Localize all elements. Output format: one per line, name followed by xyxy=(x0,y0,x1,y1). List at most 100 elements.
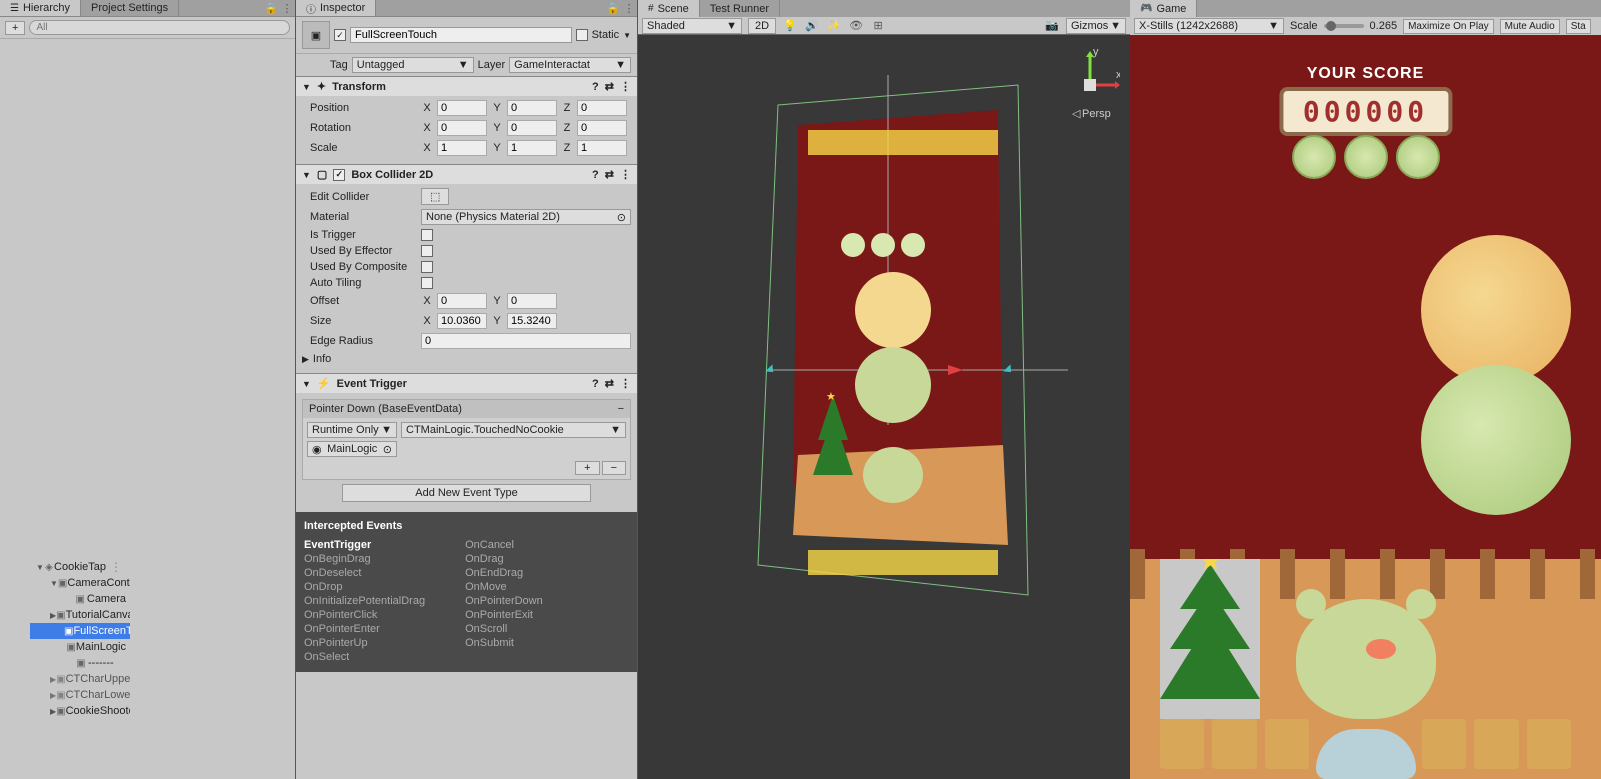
fx-icon[interactable]: ✨ xyxy=(826,18,842,34)
hierarchy-panel: ☰ Hierarchy Project Settings 🔒 ⋮ + ▼◈Coo… xyxy=(0,0,296,779)
game-panel: 🎮 Game X-Stills (1242x2688)▼ Scale 0.265… xyxy=(1130,0,1601,779)
svg-text:◁: ◁ xyxy=(1072,108,1081,120)
add-listener-button[interactable]: + xyxy=(575,461,599,475)
size-y[interactable] xyxy=(507,313,557,329)
transform-icon: ✦ xyxy=(317,80,326,93)
display-dropdown[interactable]: X-Stills (1242x2688)▼ xyxy=(1134,18,1284,34)
gameobject-icon: ▣ xyxy=(56,674,65,685)
mute-button[interactable]: Mute Audio xyxy=(1500,19,1560,34)
scene-panel: # Scene Test Runner Shaded▼ 2D 💡 🔊 ✨ 👁 ⊞… xyxy=(638,0,1130,779)
inspector-panel: ⓘ Inspector 🔒 ⋮ ▣ Static ▼ Tag Untagged▼… xyxy=(296,0,638,779)
position-y[interactable] xyxy=(507,100,557,116)
maximize-button[interactable]: Maximize On Play xyxy=(1403,19,1494,34)
size-x[interactable] xyxy=(437,313,487,329)
gameobject-icon: ▣ xyxy=(66,642,75,653)
gameobject-icon: ▣ xyxy=(56,706,65,717)
scale-z[interactable] xyxy=(577,140,627,156)
rotation-z[interactable] xyxy=(577,120,627,136)
scale-slider[interactable] xyxy=(1324,24,1364,28)
transform-header[interactable]: ▼✦ Transform ?⇄⋮ xyxy=(296,77,637,96)
remove-event-button[interactable]: − xyxy=(618,403,624,415)
event-name: OnPointerDown xyxy=(465,594,543,608)
layer-dropdown[interactable]: GameInteractat▼ xyxy=(509,57,631,73)
hierarchy-item[interactable]: ▼▣CameraControl xyxy=(30,575,130,591)
lock-icon[interactable]: 🔒 xyxy=(263,0,279,16)
static-label: Static xyxy=(592,29,620,41)
position-z[interactable] xyxy=(577,100,627,116)
gizmos-dropdown[interactable]: Gizmos▼ xyxy=(1066,18,1126,34)
edge-radius[interactable] xyxy=(421,333,631,349)
panel-menu-icon[interactable]: ⋮ xyxy=(621,0,637,16)
scale-x[interactable] xyxy=(437,140,487,156)
gameobject-icon[interactable]: ▣ xyxy=(302,21,330,49)
collider-enabled-checkbox[interactable] xyxy=(333,169,345,181)
panel-menu-icon[interactable]: ⋮ xyxy=(279,0,295,16)
hierarchy-item[interactable]: ▶▣CookieShooter xyxy=(30,703,130,719)
function-dropdown[interactable]: CTMainLogic.TouchedNoCookie▼ xyxy=(401,422,626,438)
event-trigger-header[interactable]: ▼⚡ Event Trigger ?⇄⋮ xyxy=(296,374,637,393)
hierarchy-item[interactable]: ▣------- xyxy=(30,655,130,671)
scene-view[interactable]: x y ◁ Persp xyxy=(638,35,1130,779)
grid-icon[interactable]: ⊞ xyxy=(870,18,886,34)
test-runner-tab[interactable]: Test Runner xyxy=(700,0,780,17)
used-by-composite-checkbox[interactable] xyxy=(421,261,433,273)
add-event-type-button[interactable]: Add New Event Type xyxy=(342,484,591,502)
gameobject-name-field[interactable] xyxy=(350,27,572,43)
item-menu-icon[interactable]: ⋮ xyxy=(106,560,126,574)
orientation-gizmo[interactable]: x y ◁ Persp xyxy=(1060,45,1120,135)
position-x[interactable] xyxy=(437,100,487,116)
create-button[interactable]: + xyxy=(5,21,25,35)
runtime-dropdown[interactable]: Runtime Only▼ xyxy=(307,422,397,438)
lock-icon[interactable]: 🔒 xyxy=(605,0,621,16)
used-by-effector-checkbox[interactable] xyxy=(421,245,433,257)
scene-tab[interactable]: # Scene xyxy=(638,0,700,17)
offset-y[interactable] xyxy=(507,293,557,309)
box-collider-component: ▼▢ Box Collider 2D ?⇄⋮ Edit Collider ⬚ M… xyxy=(296,164,637,373)
hierarchy-item[interactable]: ▶▣TutorialCanvas xyxy=(30,607,130,623)
event-name: OnSubmit xyxy=(465,636,543,650)
cookie-sprite xyxy=(1421,235,1571,385)
tag-dropdown[interactable]: Untagged▼ xyxy=(352,57,474,73)
rotation-y[interactable] xyxy=(507,120,557,136)
score-value: 000000 xyxy=(1303,95,1428,128)
event-name: OnMove xyxy=(465,580,543,594)
hidden-icon[interactable]: 👁 xyxy=(848,18,864,34)
audio-icon[interactable]: 🔊 xyxy=(804,18,820,34)
event-name: OnPointerEnter xyxy=(304,622,425,636)
static-checkbox[interactable] xyxy=(576,29,588,41)
game-tab[interactable]: 🎮 Game xyxy=(1130,0,1197,17)
rotation-x[interactable] xyxy=(437,120,487,136)
hierarchy-tab[interactable]: ☰ Hierarchy xyxy=(0,0,81,16)
light-icon[interactable]: 💡 xyxy=(782,18,798,34)
target-field[interactable]: ◉MainLogic⊙ xyxy=(307,441,397,457)
hierarchy-search[interactable] xyxy=(29,20,290,35)
hierarchy-item[interactable]: ▶▣CTCharLower xyxy=(30,687,130,703)
tag-label: Tag xyxy=(330,59,348,71)
camera-icon[interactable]: 📷 xyxy=(1044,18,1060,34)
box-collider-header[interactable]: ▼▢ Box Collider 2D ?⇄⋮ xyxy=(296,165,637,184)
is-trigger-checkbox[interactable] xyxy=(421,229,433,241)
inspector-tab[interactable]: ⓘ Inspector xyxy=(296,0,376,16)
hierarchy-item[interactable]: ▣MainLogic xyxy=(30,639,130,655)
remove-listener-button[interactable]: − xyxy=(602,461,626,475)
shaded-dropdown[interactable]: Shaded▼ xyxy=(642,18,742,34)
hierarchy-item[interactable]: ▶▣CTCharUpper xyxy=(30,671,130,687)
stats-button[interactable]: Sta xyxy=(1566,19,1591,34)
svg-text:Persp: Persp xyxy=(1082,108,1111,120)
game-view: YOUR SCORE 000000 ★ xyxy=(1130,35,1601,779)
gameobject-icon: ▣ xyxy=(56,690,65,701)
active-checkbox[interactable] xyxy=(334,29,346,41)
material-field[interactable]: None (Physics Material 2D)⊙ xyxy=(421,209,631,225)
event-name: OnScroll xyxy=(465,622,543,636)
offset-x[interactable] xyxy=(437,293,487,309)
project-settings-tab[interactable]: Project Settings xyxy=(81,0,179,16)
hierarchy-item[interactable]: ▣Camera xyxy=(30,591,130,607)
event-name: OnBeginDrag xyxy=(304,552,425,566)
svg-text:y: y xyxy=(1093,46,1099,58)
auto-tiling-checkbox[interactable] xyxy=(421,277,433,289)
scale-y[interactable] xyxy=(507,140,557,156)
2d-toggle[interactable]: 2D xyxy=(748,18,776,34)
edit-collider-button[interactable]: ⬚ xyxy=(421,188,449,205)
hierarchy-item[interactable]: ▣FullScreenTouch xyxy=(30,623,130,639)
hierarchy-item[interactable]: ▼◈CookieTap⋮ xyxy=(30,559,130,575)
